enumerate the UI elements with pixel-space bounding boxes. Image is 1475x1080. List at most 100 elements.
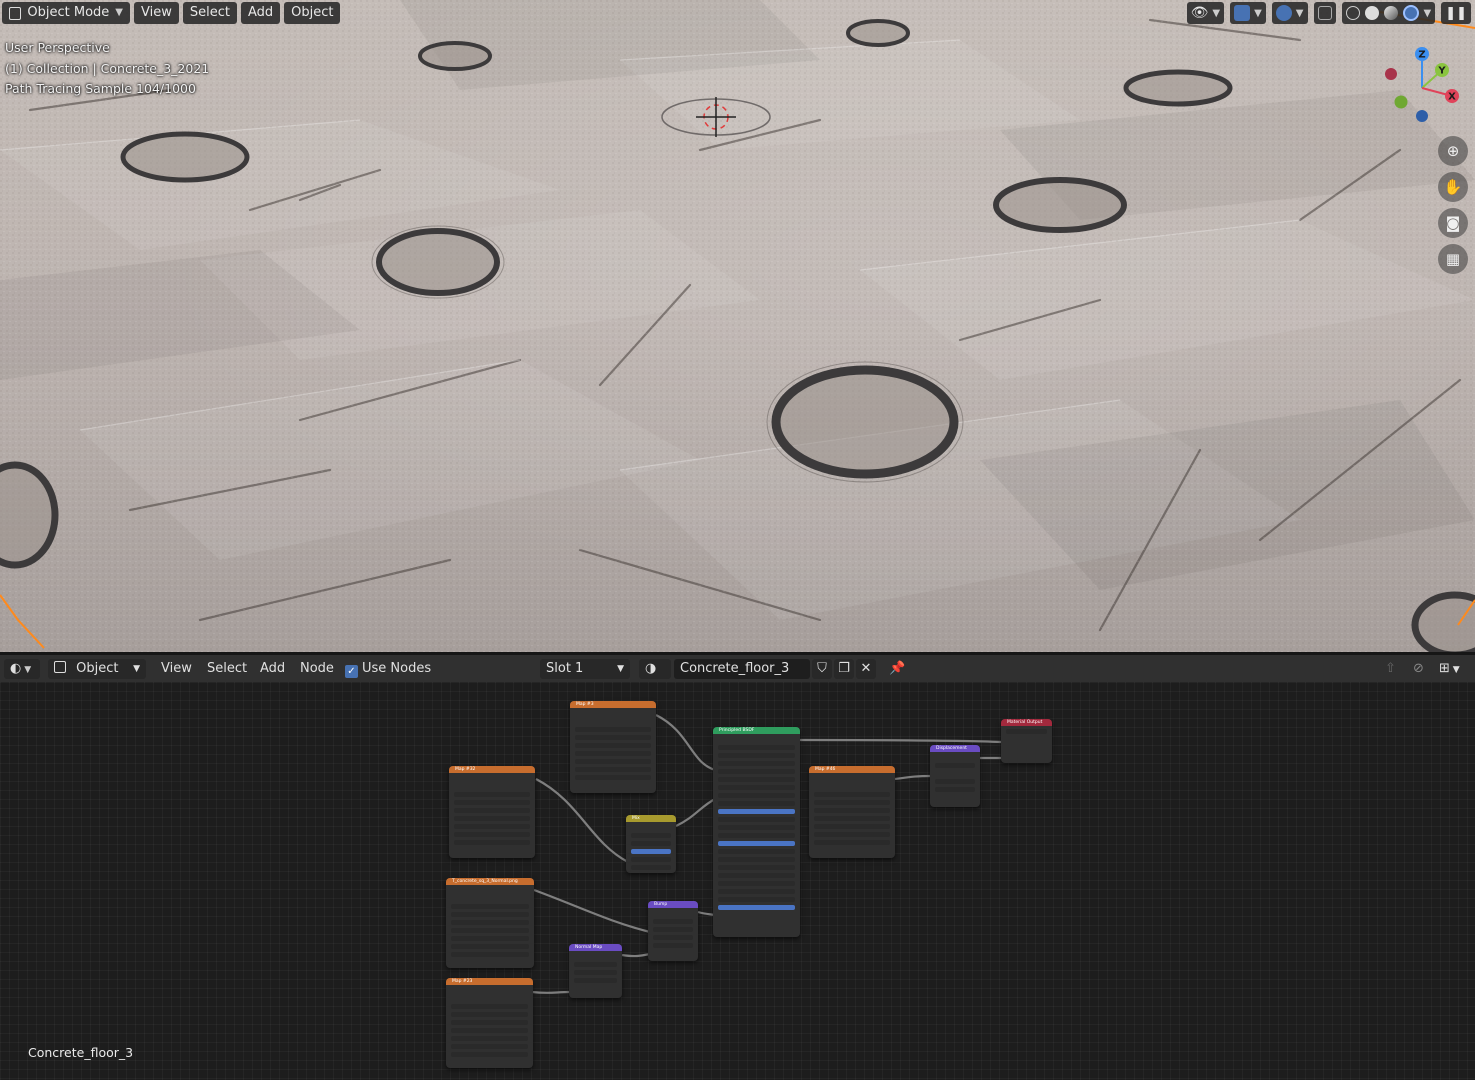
snap-settings-dropdown[interactable]: ⊞ ▼ [1439, 659, 1460, 679]
pause-icon: ❚❚ [1445, 5, 1467, 21]
node-link [621, 952, 651, 958]
gizmo-y-label: Y [1437, 66, 1446, 77]
node-title: Map #32 [449, 766, 535, 773]
node-link [675, 798, 716, 827]
pan-hand-icon[interactable]: ✋ [1438, 172, 1468, 202]
bump-node[interactable]: Bump [648, 901, 698, 961]
material-sphere-icon: ◑ [645, 661, 657, 676]
principled-bsdf-node[interactable]: Principled BSDF [713, 727, 800, 937]
viewport-info-overlay: User Perspective (1) Collection | Concre… [5, 38, 209, 100]
unlink-material-button[interactable]: ✕ [856, 659, 876, 679]
object-mode-icon [9, 6, 22, 20]
node-title: T_concrete_sq_3_Normal.png [446, 878, 534, 885]
node-title: Map #3 [570, 701, 656, 708]
node-menu-node[interactable]: Node [300, 659, 334, 679]
sidebar-toggle[interactable]: ❚❚ [1441, 2, 1471, 24]
gizmo-icon [1234, 5, 1251, 21]
mix-node[interactable]: Mix [626, 815, 676, 873]
shader-type-dropdown[interactable]: Object ▼ [48, 659, 146, 679]
node-title: Principled BSDF [713, 727, 800, 734]
image-texture-node-top[interactable]: Map #3 [570, 701, 656, 793]
node-title: Bump [648, 901, 698, 908]
normal-map-node[interactable]: Normal Map [569, 944, 622, 998]
viewport-right-header: 👁 ▼ ▼ ▼ ▼ ❚❚ [1186, 2, 1471, 24]
gizmo-z-label: Z [1418, 50, 1425, 61]
node-menu-select[interactable]: Select [207, 659, 247, 679]
use-nodes-label: Use Nodes [362, 661, 432, 676]
menu-view[interactable]: View [134, 2, 179, 24]
image-texture-node-normal[interactable]: T_concrete_sq_3_Normal.png [446, 878, 534, 968]
chevron-down-icon: ▼ [1212, 7, 1221, 19]
editor-type-dropdown[interactable]: ◐ ▼ [4, 659, 40, 679]
view-name: User Perspective [5, 40, 110, 55]
image-texture-node-displacement[interactable]: Map #46 [809, 766, 895, 858]
chevron-down-icon: ▼ [1254, 7, 1262, 19]
chevron-down-icon: ▼ [617, 664, 624, 674]
viewport-header: Object Mode ▼ View Select Add Object [2, 2, 341, 24]
node-title: Map #46 [809, 766, 895, 773]
material-browse-button[interactable]: ◑ ▼ [639, 659, 671, 696]
mode-label: Object Mode [27, 5, 110, 20]
overlays-dropdown[interactable]: ▼ [1271, 2, 1308, 24]
image-texture-node-roughness[interactable]: Map #23 [446, 978, 533, 1068]
material-name-field[interactable]: Concrete_floor_3 [674, 659, 810, 679]
node-menu-add[interactable]: Add [260, 659, 285, 679]
node-title: Normal Map [569, 944, 622, 951]
object-icon [54, 661, 66, 673]
node-title: Material Output [1001, 719, 1052, 726]
node-link [531, 990, 571, 994]
zoom-icon[interactable]: ⊕ [1438, 136, 1468, 166]
solid-shading-icon[interactable] [1364, 6, 1379, 20]
fake-user-button[interactable]: ⛉ [812, 659, 832, 679]
node-title: Displacement [930, 745, 980, 752]
node-menu-view[interactable]: View [161, 659, 192, 679]
node-link [894, 774, 932, 781]
shader-type-label: Object [76, 661, 119, 676]
slot-dropdown[interactable]: Slot 1 ▼ [540, 659, 630, 679]
menu-select[interactable]: Select [182, 2, 237, 24]
parent-node-tree-icon[interactable]: ⇧ [1385, 659, 1396, 679]
xray-icon [1317, 6, 1332, 20]
chevron-down-icon: ▼ [1423, 7, 1432, 19]
grid-snap-icon: ⊞ [1439, 661, 1450, 676]
navigation-gizmo[interactable]: Z Y X [1378, 42, 1468, 132]
mode-dropdown[interactable]: Object Mode ▼ [2, 2, 130, 24]
wireframe-shading-icon[interactable] [1345, 6, 1360, 20]
visibility-dropdown[interactable]: 👁 ▼ [1186, 2, 1225, 24]
image-texture-node-color[interactable]: Map #32 [449, 766, 535, 858]
camera-view-icon[interactable]: ◙ [1438, 208, 1468, 238]
shading-mode-group[interactable]: ▼ [1341, 2, 1436, 24]
chevron-down-icon: ▼ [115, 7, 123, 18]
rendered-shading-icon[interactable] [1402, 5, 1419, 21]
xray-toggle[interactable] [1313, 2, 1336, 24]
node-link [655, 714, 716, 772]
render-sample-status: Path Tracing Sample 104/1000 [5, 81, 196, 96]
copy-icon: ❐ [838, 661, 850, 676]
material-name: Concrete_floor_3 [680, 661, 790, 676]
close-icon: ✕ [860, 661, 872, 676]
snap-icon[interactable]: ⊘ [1413, 659, 1424, 679]
displacement-node[interactable]: Displacement [930, 745, 980, 807]
material-shading-icon[interactable] [1383, 6, 1398, 20]
material-output-node[interactable]: Material Output [1001, 719, 1052, 763]
pin-icon[interactable]: 📌 [889, 659, 905, 679]
node-link [799, 738, 1003, 744]
chevron-down-icon: ▼ [1449, 665, 1460, 675]
slot-label: Slot 1 [546, 661, 584, 676]
gizmo-dropdown[interactable]: ▼ [1230, 2, 1266, 24]
checkmark-icon: ✓ [345, 665, 358, 678]
menu-object[interactable]: Object [284, 2, 341, 24]
grid-perspective-icon[interactable]: ▦ [1438, 244, 1468, 274]
duplicate-material-button[interactable]: ❐ [834, 659, 854, 679]
gizmo-x-label: X [1448, 92, 1456, 103]
3d-viewport[interactable]: Object Mode ▼ View Select Add Object Use… [0, 0, 1475, 652]
concrete-floor-render [0, 0, 1475, 652]
menu-add[interactable]: Add [240, 2, 281, 24]
chevron-down-icon: ▼ [21, 665, 32, 675]
shield-icon: ⛉ [817, 661, 827, 676]
shader-editor-icon: ◐ [10, 661, 22, 676]
node-link [533, 888, 651, 934]
node-editor-header: ◐ ▼ Object ▼ View Select Add Node ✓ Use N… [0, 655, 1475, 696]
use-nodes-checkbox[interactable]: ✓ Use Nodes [345, 659, 431, 679]
node-editor-canvas[interactable]: Map #3 Map #32 T_concrete_sq_3_Normal.pn… [0, 682, 1475, 1080]
